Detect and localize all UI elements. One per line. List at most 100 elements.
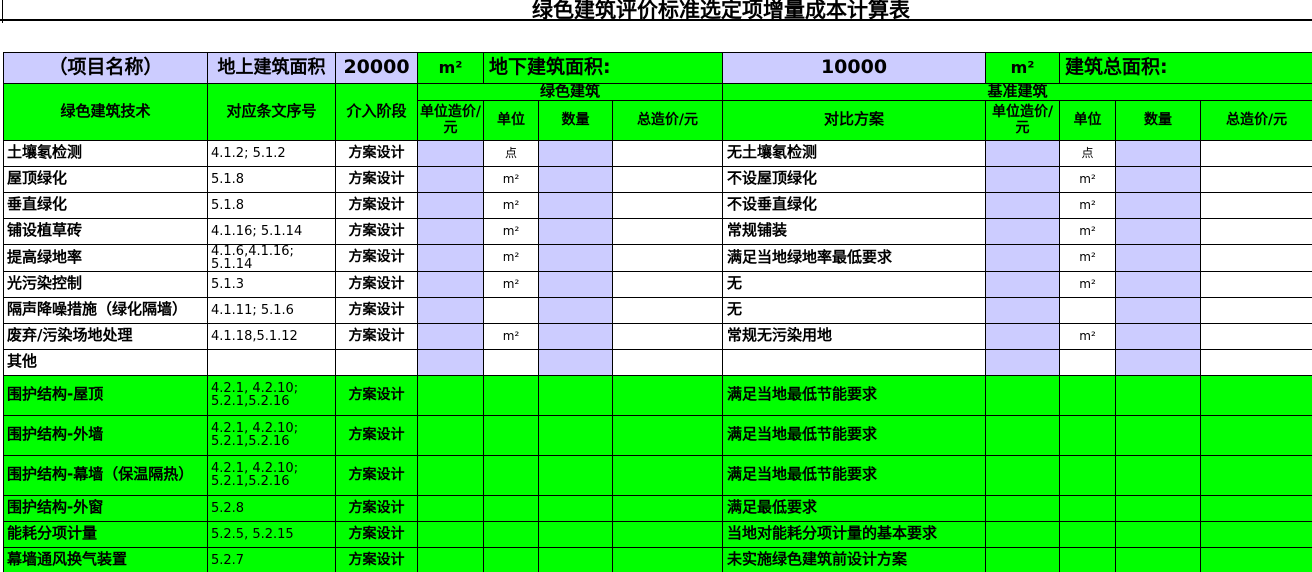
green-unit-cell[interactable] <box>483 546 539 572</box>
code-cell[interactable]: 5.1.8 <box>207 191 336 219</box>
green-unit-cell[interactable]: m² <box>483 217 539 245</box>
green-unit-cell[interactable]: m² <box>483 165 539 193</box>
base-unit-price-cell[interactable] <box>985 270 1061 298</box>
code-cell[interactable]: 4.1.11; 5.1.6 <box>207 296 336 324</box>
stage-cell[interactable]: 方案设计 <box>335 270 418 298</box>
stage-cell[interactable]: 方案设计 <box>335 414 418 456</box>
stage-cell[interactable] <box>335 348 418 376</box>
green-unit-price-cell[interactable] <box>417 414 484 456</box>
green-unit-cell[interactable] <box>483 454 539 496</box>
code-cell[interactable]: 4.1.18,5.1.12 <box>207 322 336 350</box>
green-qty-cell[interactable] <box>538 139 613 167</box>
base-unit-price-cell[interactable] <box>985 322 1061 350</box>
base-total-cell[interactable] <box>1200 348 1312 376</box>
code-cell[interactable]: 4.1.6,4.1.16; 5.1.14 <box>207 243 336 272</box>
green-total-cell[interactable] <box>611 139 724 167</box>
green-total-cell[interactable] <box>611 322 724 350</box>
green-unit-price-cell[interactable] <box>417 243 484 272</box>
base-unit-cell[interactable]: m² <box>1059 270 1117 298</box>
base-qty-cell[interactable] <box>1115 243 1202 272</box>
green-unit-price-cell[interactable] <box>417 270 484 298</box>
tech-cell[interactable]: 土壤氡检测 <box>3 139 208 167</box>
green-unit-cell[interactable] <box>483 348 539 376</box>
tech-cell[interactable]: 废弃/污染场地处理 <box>3 322 208 350</box>
green-unit-price-cell[interactable] <box>417 139 484 167</box>
base-qty-cell[interactable] <box>1115 322 1202 350</box>
green-unit-price-cell[interactable] <box>417 520 484 548</box>
base-total-cell[interactable] <box>1200 191 1312 219</box>
base-total-cell[interactable] <box>1200 494 1312 522</box>
green-total-cell[interactable] <box>611 374 724 416</box>
compare-cell[interactable]: 不设垂直绿化 <box>722 191 987 219</box>
base-unit-cell[interactable] <box>1059 374 1117 416</box>
stage-cell[interactable]: 方案设计 <box>335 139 418 167</box>
base-unit-price-cell[interactable] <box>985 165 1061 193</box>
base-unit-price-cell[interactable] <box>985 520 1061 548</box>
code-cell[interactable]: 4.2.1, 4.2.10; 5.2.1,5.2.16 <box>207 374 336 416</box>
green-unit-cell[interactable]: 点 <box>483 139 539 167</box>
tech-cell[interactable]: 铺设植草砖 <box>3 217 208 245</box>
base-total-cell[interactable] <box>1200 139 1312 167</box>
tech-cell[interactable]: 围护结构-外窗 <box>3 494 208 522</box>
green-total-cell[interactable] <box>611 217 724 245</box>
tech-cell[interactable]: 屋顶绿化 <box>3 165 208 193</box>
code-cell[interactable]: 5.1.3 <box>207 270 336 298</box>
green-unit-cell[interactable] <box>483 520 539 548</box>
green-unit-price-cell[interactable] <box>417 191 484 219</box>
base-unit-cell[interactable]: m² <box>1059 165 1117 193</box>
compare-cell[interactable]: 常规铺装 <box>722 217 987 245</box>
green-unit-price-cell[interactable] <box>417 296 484 324</box>
base-total-cell[interactable] <box>1200 322 1312 350</box>
stage-cell[interactable]: 方案设计 <box>335 296 418 324</box>
green-unit-cell[interactable]: m² <box>483 191 539 219</box>
base-total-cell[interactable] <box>1200 546 1312 572</box>
green-qty-cell[interactable] <box>538 520 613 548</box>
green-unit-price-cell[interactable] <box>417 374 484 416</box>
compare-cell[interactable]: 无 <box>722 270 987 298</box>
green-total-cell[interactable] <box>611 243 724 272</box>
green-unit-price-cell[interactable] <box>417 454 484 496</box>
tech-cell[interactable]: 围护结构-外墙 <box>3 414 208 456</box>
base-total-cell[interactable] <box>1200 374 1312 416</box>
green-total-cell[interactable] <box>611 454 724 496</box>
base-total-cell[interactable] <box>1200 296 1312 324</box>
base-unit-cell[interactable]: m² <box>1059 217 1117 245</box>
green-qty-cell[interactable] <box>538 348 613 376</box>
green-total-cell[interactable] <box>611 520 724 548</box>
base-qty-cell[interactable] <box>1115 217 1202 245</box>
base-unit-cell[interactable] <box>1059 414 1117 456</box>
compare-cell[interactable]: 未实施绿色建筑前设计方案 <box>722 546 987 572</box>
base-qty-cell[interactable] <box>1115 191 1202 219</box>
green-unit-price-cell[interactable] <box>417 348 484 376</box>
base-qty-cell[interactable] <box>1115 139 1202 167</box>
base-total-cell[interactable] <box>1200 165 1312 193</box>
base-unit-cell[interactable]: m² <box>1059 322 1117 350</box>
green-unit-price-cell[interactable] <box>417 165 484 193</box>
stage-cell[interactable]: 方案设计 <box>335 374 418 416</box>
base-unit-price-cell[interactable] <box>985 191 1061 219</box>
base-unit-price-cell[interactable] <box>985 374 1061 416</box>
compare-cell[interactable]: 当地对能耗分项计量的基本要求 <box>722 520 987 548</box>
tech-cell[interactable]: 围护结构-屋顶 <box>3 374 208 416</box>
base-qty-cell[interactable] <box>1115 296 1202 324</box>
base-qty-cell[interactable] <box>1115 494 1202 522</box>
green-qty-cell[interactable] <box>538 546 613 572</box>
compare-cell[interactable]: 常规无污染用地 <box>722 322 987 350</box>
green-total-cell[interactable] <box>611 494 724 522</box>
green-total-cell[interactable] <box>611 348 724 376</box>
green-unit-cell[interactable] <box>483 296 539 324</box>
green-total-cell[interactable] <box>611 414 724 456</box>
green-qty-cell[interactable] <box>538 191 613 219</box>
stage-cell[interactable]: 方案设计 <box>335 494 418 522</box>
green-unit-price-cell[interactable] <box>417 322 484 350</box>
base-total-cell[interactable] <box>1200 414 1312 456</box>
above-ground-area-unit[interactable]: m² <box>417 52 484 84</box>
compare-cell[interactable]: 满足当地最低节能要求 <box>722 454 987 496</box>
tech-cell[interactable]: 隔声降噪措施（绿化隔墙） <box>3 296 208 324</box>
base-unit-price-cell[interactable] <box>985 243 1061 272</box>
base-unit-cell[interactable]: m² <box>1059 243 1117 272</box>
compare-cell[interactable]: 满足当地最低节能要求 <box>722 374 987 416</box>
green-unit-cell[interactable]: m² <box>483 243 539 272</box>
base-qty-cell[interactable] <box>1115 414 1202 456</box>
stage-cell[interactable]: 方案设计 <box>335 322 418 350</box>
